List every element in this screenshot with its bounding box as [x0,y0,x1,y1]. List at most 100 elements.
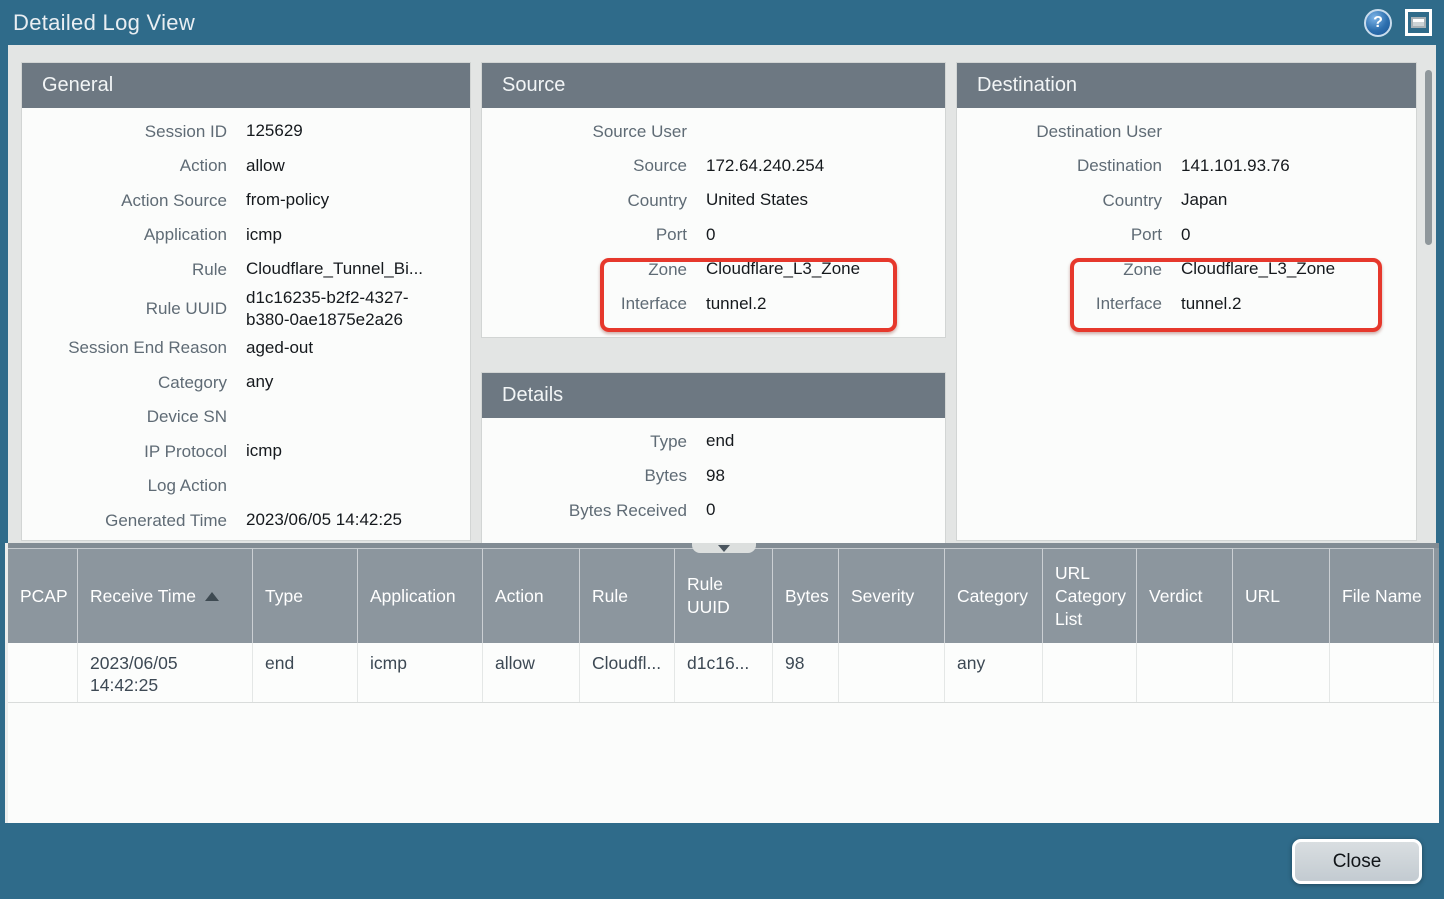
table-cell: any [945,643,1043,702]
vertical-scrollbar-thumb[interactable] [1425,70,1432,245]
field-row: RuleCloudflare_Tunnel_Bi... [22,252,458,287]
field-value: 2023/06/05 14:42:25 [246,509,458,531]
field-row: Typeend [482,424,933,459]
field-value: tunnel.2 [1181,293,1404,315]
column-header-receive-time[interactable]: Receive Time [78,548,253,643]
field-label: Session End Reason [22,337,227,358]
field-row: Categoryany [22,365,458,400]
window-icon-inner [1411,17,1426,28]
field-label: Action Source [22,190,227,211]
table-cell: 98 [773,643,839,702]
field-label: Rule UUID [22,298,227,319]
column-header-bytes[interactable]: Bytes [773,548,839,643]
column-header-label: Bytes [785,585,829,608]
field-label: Source [482,155,687,176]
table-cell [1330,643,1434,702]
log-detail-content: General Session ID 125629 Actionallow Actio… [8,45,1436,543]
splitter-collapse-handle[interactable] [692,543,756,553]
field-label: Log Action [22,475,227,496]
field-row: Session ID 125629 [22,114,458,149]
field-label: Rule [22,259,227,280]
help-icon[interactable]: ? [1364,9,1392,37]
log-table-section: PCAP Receive Time Type Application Action Rul… [5,543,1439,823]
panels-container: General Session ID 125629 Actionallow Actio… [8,45,1436,543]
field-label: Type [482,431,687,452]
field-value: Cloudflare_L3_Zone [706,258,933,280]
column-header-category[interactable]: Category [945,548,1043,643]
field-row: Destination141.101.93.76 [957,149,1404,184]
column-header-url-category-list[interactable]: URL Category List [1043,548,1137,643]
column-header-label: Action [495,585,544,608]
field-value: 98 [706,465,933,487]
column-header-label: Receive Time [90,585,196,608]
table-row[interactable]: 2023/06/05 14:42:25endicmpallowCloudfl..… [8,643,1439,703]
column-header-label: File Name [1342,585,1422,608]
field-label: Session ID [22,121,227,142]
field-label: Country [957,190,1162,211]
sort-ascending-icon [205,592,219,601]
field-row: Zone Cloudflare_L3_Zone [957,252,1404,287]
column-header-type[interactable]: Type [253,548,358,643]
table-cell: icmp [358,643,483,702]
help-icon-glyph: ? [1373,14,1383,32]
field-value: 172.64.240.254 [706,155,933,177]
column-header-rule-uuid[interactable]: Rule UUID [675,548,773,643]
log-table-header-row: PCAP Receive Time Type Application Action Rul… [8,543,1439,643]
table-cell: d1c16... [675,643,773,702]
field-label: Port [957,224,1162,245]
column-header-label: Category [957,585,1028,608]
general-panel: General Session ID 125629 Actionallow Actio… [22,63,470,540]
field-value: d1c16235-b2f2-4327-b380-0ae1875e2a26 [246,287,458,331]
column-header-action[interactable]: Action [483,548,580,643]
column-header-url[interactable]: URL [1233,548,1330,643]
column-header-file-name[interactable]: File Name [1330,548,1434,643]
field-label: Application [22,224,227,245]
destination-panel-body: Destination UserDestination141.101.93.76… [957,108,1416,327]
field-row: Destination User [957,114,1404,149]
field-row: CountryJapan [957,183,1404,218]
close-button[interactable]: Close [1292,839,1422,884]
column-header-rule[interactable]: Rule [580,548,675,643]
details-panel: Details TypeendBytes98Bytes Received0 [482,373,945,543]
field-row: Rule UUID d1c16235-b2f2-4327-b380-0ae1875… [22,287,458,331]
field-label: Country [482,190,687,211]
destination-panel: Destination Destination UserDestination1… [957,63,1416,540]
field-value: allow [246,155,458,177]
field-row: Actionallow [22,149,458,184]
source-panel-body: Source UserSource172.64.240.254CountryUn… [482,108,945,327]
table-cell: 2023/06/05 14:42:25 [78,643,253,702]
log-table-body: 2023/06/05 14:42:25endicmpallowCloudfl..… [8,643,1439,703]
field-value: United States [706,189,933,211]
table-cell [839,643,945,702]
column-header-pcap[interactable]: PCAP [8,548,78,643]
window-icon[interactable] [1405,9,1432,36]
general-panel-title: General [22,63,470,108]
field-label: Interface [957,293,1162,314]
table-cell: allow [483,643,580,702]
field-row: Country United States [482,183,933,218]
details-panel-body: TypeendBytes98Bytes Received0 [482,418,945,534]
field-value: 125629 [246,120,458,142]
field-value: Cloudflare_L3_Zone [1181,258,1404,280]
field-row: IP Protocolicmp [22,434,458,469]
field-label: Generated Time [22,510,227,531]
field-value: tunnel.2 [706,293,933,315]
field-label: Zone [482,259,687,280]
column-header-application[interactable]: Application [358,548,483,643]
column-header-severity[interactable]: Severity [839,548,945,643]
field-value: 141.101.93.76 [1181,155,1404,177]
titlebar: Detailed Log View ? [0,0,1444,45]
field-label: Zone [957,259,1162,280]
details-panel-title: Details [482,373,945,418]
column-header-verdict[interactable]: Verdict [1137,548,1233,643]
field-row: Port 0 [482,218,933,253]
field-value: 0 [706,224,933,246]
table-cell [1233,643,1330,702]
table-cell [1137,643,1233,702]
field-label: Port [482,224,687,245]
field-value: 0 [1181,224,1404,246]
column-header-label: Application [370,585,456,608]
field-value: from-policy [246,189,458,211]
field-label: Category [22,372,227,393]
column-header-label: Rule [592,585,628,608]
